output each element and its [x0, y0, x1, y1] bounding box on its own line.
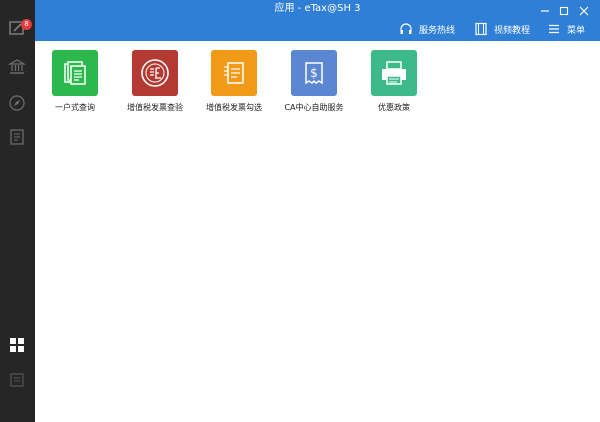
- close-button[interactable]: [577, 2, 591, 16]
- title-bar: 应用 - eTax@SH 3 服务热线 视频教程 菜单: [35, 0, 600, 41]
- sidebar-item-bank[interactable]: [6, 56, 28, 78]
- list-icon: [10, 373, 24, 387]
- hamburger-icon: [547, 22, 561, 36]
- sidebar-item-invoice[interactable]: [6, 126, 28, 148]
- sidebar-item-list[interactable]: [6, 369, 28, 391]
- window-title: 应用 - eTax@SH 3: [274, 3, 361, 14]
- maximize-icon: [559, 6, 569, 16]
- app-icon-tile: [211, 50, 257, 96]
- sidebar-item-apps[interactable]: [6, 334, 28, 356]
- certificate-seal-icon: [141, 59, 169, 87]
- hotline-label: 服务热线: [419, 25, 456, 36]
- menu-label: 菜单: [567, 25, 586, 36]
- app-household-query[interactable]: 一户式查询: [29, 50, 121, 113]
- documents-icon: [64, 61, 86, 85]
- menu-button[interactable]: 菜单: [547, 20, 585, 38]
- app-icon-tile: $: [291, 50, 337, 96]
- app-grid: 一户式查询 增值税发票查验 增值税发票勾选 $ CA中心自助服务 优惠政策: [35, 41, 600, 422]
- app-icon-tile: [371, 50, 417, 96]
- invoice-icon: [10, 129, 24, 145]
- app-label: 一户式查询: [55, 103, 95, 112]
- film-icon: [474, 22, 488, 36]
- app-icon-tile: [52, 50, 98, 96]
- bank-icon: [8, 59, 26, 74]
- tutorial-label: 视频教程: [494, 25, 531, 36]
- apps-grid-icon: [10, 338, 24, 352]
- app-label: 优惠政策: [378, 103, 410, 112]
- headset-icon: [399, 22, 413, 36]
- hotline-button[interactable]: 服务热线: [399, 20, 455, 38]
- close-icon: [579, 6, 589, 16]
- video-tutorial-button[interactable]: 视频教程: [474, 20, 530, 38]
- receipt-dollar-icon: $: [305, 62, 323, 85]
- app-label: 增值税发票勾选: [206, 103, 262, 112]
- minimize-icon: [541, 10, 549, 12]
- notification-badge: 8: [21, 19, 32, 30]
- maximize-button[interactable]: [557, 2, 571, 16]
- app-label: CA中心自助服务: [284, 103, 344, 112]
- minimize-button[interactable]: [538, 2, 552, 14]
- app-vat-invoice-select[interactable]: 增值税发票勾选: [188, 50, 280, 113]
- document-check-icon: [224, 62, 244, 84]
- app-preferential-policy[interactable]: 优惠政策: [348, 50, 440, 113]
- sidebar-item-compass[interactable]: [6, 92, 28, 114]
- printer-icon: [382, 61, 406, 85]
- svg-text:$: $: [310, 66, 318, 80]
- app-icon-tile: [132, 50, 178, 96]
- compass-icon: [9, 95, 25, 111]
- app-ca-self-service[interactable]: $ CA中心自助服务: [268, 50, 360, 113]
